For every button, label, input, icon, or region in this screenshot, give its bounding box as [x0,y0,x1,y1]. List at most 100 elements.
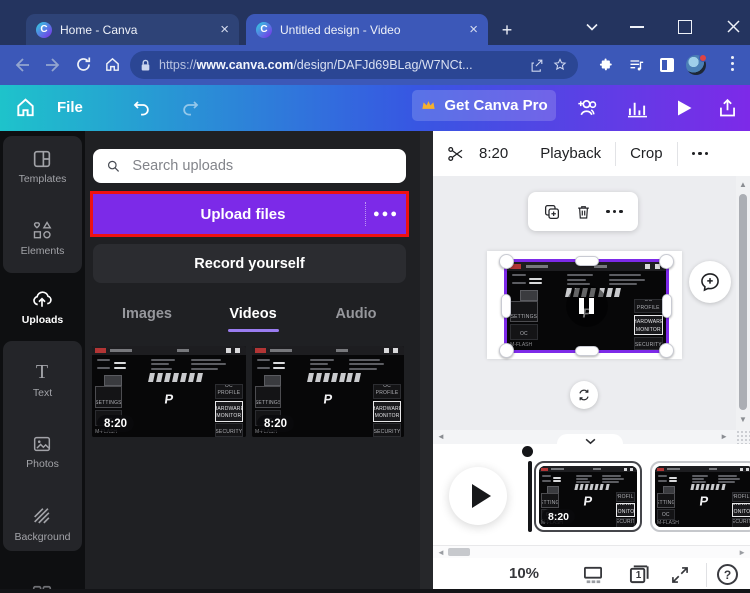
sidebar-item-uploads[interactable]: Uploads [0,314,85,326]
bios-center-logo: P [164,391,175,406]
bookmark-star-icon[interactable] [552,57,568,73]
uploads-icon[interactable] [31,288,53,310]
resize-handle-top[interactable] [575,256,599,266]
lock-icon [140,59,151,72]
sidebar-item-text[interactable]: Text [0,387,85,399]
undo-icon[interactable] [131,98,152,119]
get-canva-pro-button[interactable]: Get Canva Pro [412,90,556,121]
pages-icon[interactable]: 1 [628,564,651,585]
sidebar-item-elements[interactable]: Elements [0,245,85,257]
new-tab-button[interactable]: + [497,20,517,40]
zoom-level[interactable]: 10% [500,565,548,582]
forward-icon[interactable] [44,57,61,73]
resize-handle-bottom[interactable] [575,346,599,356]
present-play-icon[interactable] [675,99,693,117]
bios-menu-security: SECURITY [373,423,401,437]
url-text: https://www.canva.com/design/DAFJd69BLag… [159,58,521,72]
delete-trash-icon[interactable] [575,203,592,221]
scroll-up-arrow-icon[interactable]: ▲ [739,181,747,189]
tab-close-icon[interactable]: × [220,22,229,37]
playhead-marker[interactable] [522,446,533,457]
selected-video-element[interactable]: SETTINGS OC OC PROFILE HARDWARE MONITOR … [504,259,669,353]
close-window-button[interactable] [726,19,741,34]
add-comment-button[interactable] [689,261,731,303]
resize-handle-bottom-left[interactable] [499,343,514,358]
rotate-element-button[interactable] [570,381,598,409]
uploaded-video-thumbnail-1[interactable]: SETTINGS OC OC PROFILE HARDWARE MONITOR … [92,346,246,437]
upload-more-options-icon[interactable]: ●●● [366,208,406,220]
side-panel-extension-icon[interactable] [660,58,674,72]
duplicate-icon[interactable] [543,203,561,221]
text-icon[interactable]: T [31,361,53,383]
more-options-icon[interactable] [692,152,709,156]
browser-tab-untitled-design[interactable]: C Untitled design - Video × [246,14,488,45]
timeline-clip-2[interactable]: SETTINGS OC OC PROFILE HARDWARE MONITOR … [650,461,750,532]
search-uploads-box[interactable] [93,149,406,183]
playhead-bar[interactable] [528,461,532,532]
tab-videos[interactable]: Videos [223,306,283,326]
share-page-icon[interactable] [529,58,544,73]
share-export-icon[interactable] [717,97,738,119]
sidebar-item-photos[interactable]: Photos [0,458,85,470]
canva-favicon: C [36,22,52,38]
video-duration-badge: 8:20 [97,415,134,432]
browser-tab-home[interactable]: C Home - Canva × [26,14,239,45]
invite-members-icon[interactable] [574,96,601,120]
maximize-button[interactable] [678,20,692,34]
collapse-timeline-handle[interactable] [557,434,623,448]
resize-handle-left[interactable] [501,294,511,318]
background-icon[interactable] [31,505,53,527]
insights-chart-icon[interactable] [627,99,648,118]
uploaded-video-thumbnail-2[interactable]: SETTINGS OC OC PROFILE HARDWARE MONITOR … [252,346,404,437]
browser-menu-kebab-icon[interactable] [731,56,734,74]
profile-avatar[interactable] [686,55,706,75]
minimize-button[interactable] [630,26,644,28]
sidebar-item-templates[interactable]: Templates [0,173,85,185]
resize-handle-top-left[interactable] [499,254,514,269]
scroll-left-arrow-icon[interactable]: ◄ [437,549,445,557]
file-menu[interactable]: File [57,99,83,116]
redo-icon[interactable] [180,98,201,119]
trim-duration[interactable]: 8:20 [479,145,508,162]
vertical-scroll-thumb[interactable] [739,194,747,410]
scroll-right-arrow-icon[interactable]: ► [720,433,728,441]
reload-icon[interactable] [75,56,92,73]
tab-audio[interactable]: Audio [326,306,386,326]
browser-home-icon[interactable] [104,56,121,73]
templates-icon[interactable] [31,148,53,170]
crop-menu[interactable]: Crop [630,145,663,162]
element-more-options-icon[interactable] [606,210,623,214]
horizontal-scroll-thumb[interactable] [448,548,470,556]
resize-handle-right[interactable] [662,294,672,318]
resize-handle-bottom-right[interactable] [659,343,674,358]
scroll-right-arrow-icon[interactable]: ► [738,549,746,557]
tab-close-icon[interactable]: × [469,22,478,37]
help-button[interactable]: ? [717,564,738,585]
photos-icon[interactable] [31,433,53,455]
sidebar-item-background[interactable]: Background [0,531,85,543]
elements-icon[interactable] [31,219,53,241]
canva-home-icon[interactable] [14,96,37,119]
canvas-vertical-scrollbar[interactable]: ▲ ▼ [736,176,750,430]
back-icon[interactable] [14,57,31,73]
tab-images[interactable]: Images [117,306,177,326]
trim-scissors-icon[interactable] [447,145,465,163]
grid-view-icon[interactable] [582,566,604,584]
tab-search-chevron-icon[interactable] [584,20,600,34]
playlist-extension-icon[interactable] [628,57,645,73]
timeline-clip-1-selected[interactable]: SETTINGS OC OC PROFILE HARDWARE MONITOR … [534,461,642,532]
scroll-left-arrow-icon[interactable]: ◄ [437,433,445,441]
search-uploads-input[interactable] [130,157,393,175]
timeline-play-button[interactable] [449,467,507,525]
playback-menu[interactable]: Playback [540,145,601,162]
upload-files-button[interactable]: Upload files ●●● [93,194,406,234]
record-yourself-button[interactable]: Record yourself [93,244,406,283]
bios-screen-mock: SETTINGS OC OC PROFILE HARDWARE MONITOR … [655,466,750,527]
resize-handle-top-right[interactable] [659,254,674,269]
bios-menu-oc-profile: OC PROFILE [634,299,663,313]
extensions-puzzle-icon[interactable] [598,57,613,72]
timeline-horizontal-scrollbar[interactable]: ◄ ► [433,545,750,558]
address-bar[interactable]: https://www.canva.com/design/DAFJd69BLag… [130,51,578,79]
scroll-down-arrow-icon[interactable]: ▼ [739,416,747,424]
fullscreen-expand-icon[interactable] [670,565,690,585]
